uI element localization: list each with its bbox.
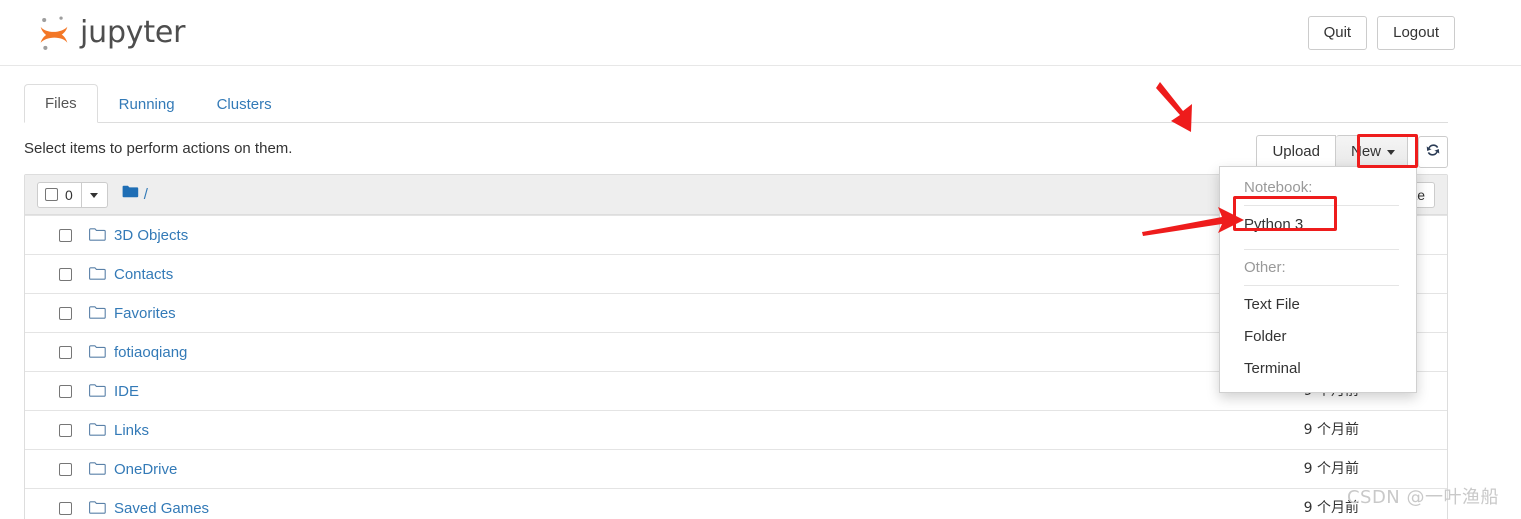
row-modified: 9 个月前 — [1303, 422, 1359, 438]
table-row[interactable]: OneDrive 9 个月前 — [25, 449, 1447, 488]
logout-button[interactable]: Logout — [1377, 16, 1455, 50]
jupyter-file-browser-page: jupyter Quit Logout Files Running Cluste… — [0, 0, 1521, 519]
row-checkbox[interactable] — [59, 228, 72, 242]
tab-clusters[interactable]: Clusters — [196, 85, 293, 123]
table-row[interactable]: Saved Games 9 个月前 — [25, 488, 1447, 519]
row-checkbox[interactable] — [59, 501, 72, 515]
select-menu-button[interactable] — [81, 181, 108, 208]
folder-icon — [89, 501, 106, 515]
row-name-link[interactable]: IDE — [114, 382, 139, 401]
dropdown-section-notebook-label: Notebook: — [1244, 179, 1313, 196]
folder-icon — [122, 185, 139, 204]
row-checkbox[interactable] — [59, 306, 72, 320]
dropdown-divider — [1244, 249, 1399, 250]
navbar-actions: Quit Logout — [1307, 16, 1455, 50]
upload-button[interactable]: Upload — [1256, 135, 1336, 169]
new-button-label: New — [1350, 143, 1381, 160]
row-name-link[interactable]: Favorites — [114, 304, 176, 323]
select-all-group: 0 — [37, 181, 108, 208]
refresh-button[interactable] — [1418, 136, 1448, 168]
caret-down-icon — [90, 193, 99, 198]
dropdown-divider — [1244, 285, 1399, 286]
tab-running[interactable]: Running — [98, 85, 196, 123]
menu-item-terminal[interactable]: Terminal — [1220, 353, 1416, 385]
selected-count: 0 — [65, 186, 73, 203]
row-name-link[interactable]: fotiaoqiang — [114, 343, 187, 362]
jupyter-logo-icon — [36, 13, 72, 53]
row-checkbox[interactable] — [59, 267, 72, 281]
row-name-link[interactable]: Contacts — [114, 265, 173, 284]
caret-down-icon — [1387, 150, 1395, 155]
row-checkbox[interactable] — [59, 423, 72, 437]
row-name-link[interactable]: Saved Games — [114, 499, 209, 518]
refresh-icon — [1425, 142, 1441, 163]
dropdown-divider — [1244, 205, 1399, 206]
csdn-watermark: CSDN @一叶渔船 — [1346, 487, 1499, 508]
folder-icon — [89, 423, 106, 437]
menu-item-python3[interactable]: Python 3 — [1220, 209, 1416, 241]
breadcrumb[interactable]: / — [122, 185, 148, 204]
row-checkbox[interactable] — [59, 462, 72, 476]
file-actions-toolbar: Upload New — [1256, 135, 1448, 169]
new-dropdown-menu: Notebook: Python 3 Other: Text File Fold… — [1219, 166, 1417, 393]
brand-title: jupyter — [80, 15, 186, 50]
row-checkbox[interactable] — [59, 345, 72, 359]
folder-icon — [89, 384, 106, 398]
menu-item-folder[interactable]: Folder — [1220, 321, 1416, 353]
row-checkbox[interactable] — [59, 384, 72, 398]
folder-icon — [89, 228, 106, 242]
quit-button[interactable]: Quit — [1307, 16, 1368, 50]
dropdown-section-other-label: Other: — [1244, 259, 1286, 276]
folder-icon — [89, 306, 106, 320]
folder-icon — [89, 462, 106, 476]
breadcrumb-path[interactable]: / — [144, 186, 148, 203]
folder-icon — [89, 345, 106, 359]
new-button[interactable]: New — [1335, 135, 1408, 169]
tab-files[interactable]: Files — [24, 84, 98, 123]
row-name-link[interactable]: OneDrive — [114, 460, 177, 479]
menu-item-text-file[interactable]: Text File — [1220, 289, 1416, 321]
main-tabs: Files Running Clusters — [24, 84, 1448, 123]
row-modified: 9 个月前 — [1303, 461, 1359, 477]
select-all-checkbox-group[interactable]: 0 — [37, 181, 82, 208]
select-all-checkbox[interactable] — [45, 188, 58, 201]
folder-icon — [89, 267, 106, 281]
selection-hint: Select items to perform actions on them. — [24, 140, 293, 157]
jupyter-brand[interactable]: jupyter — [36, 13, 186, 53]
row-name-link[interactable]: Links — [114, 421, 149, 440]
table-row[interactable]: Links 9 个月前 — [25, 410, 1447, 449]
top-navbar: jupyter Quit Logout — [0, 0, 1521, 66]
row-name-link[interactable]: 3D Objects — [114, 226, 188, 245]
